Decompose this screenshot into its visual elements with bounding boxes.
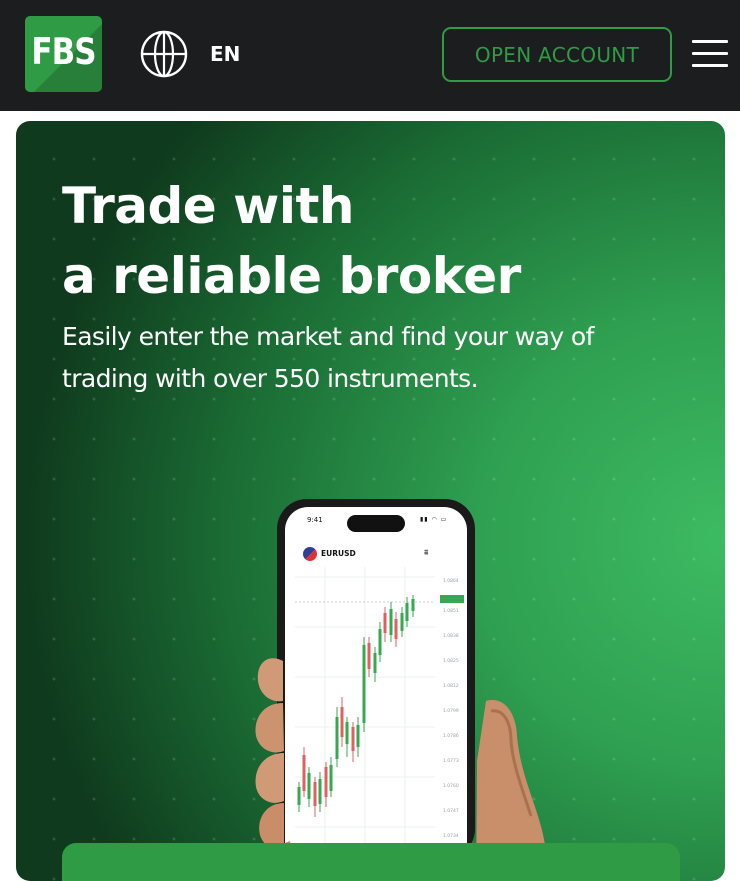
svg-text:1.0799: 1.0799 — [443, 708, 459, 714]
svg-text:1.0734: 1.0734 — [443, 833, 459, 839]
menu-bar — [692, 52, 728, 55]
hero-subtitle: Easily enter the market and find your wa… — [62, 316, 702, 400]
globe-icon[interactable] — [139, 29, 189, 79]
instrument-pair: EURUSD — [321, 549, 356, 558]
svg-text:1.0864: 1.0864 — [443, 578, 459, 584]
hero-title-line1: Trade with — [62, 177, 354, 235]
top-header: FBS EN OPEN ACCOUNT — [0, 0, 740, 111]
svg-text:1.0786: 1.0786 — [443, 733, 459, 739]
hero-subtitle-line2: trading with over 550 instruments. — [62, 364, 479, 393]
logo-text: FBS — [31, 30, 96, 74]
svg-text:1.0812: 1.0812 — [443, 683, 459, 689]
status-time: 9:41 — [307, 516, 323, 524]
cta-button-top[interactable] — [62, 843, 680, 881]
eurusd-flag-icon — [303, 547, 317, 561]
hero-subtitle-line1: Easily enter the market and find your wa… — [62, 322, 594, 351]
status-icons: ▮▮ ◠ ▭ — [420, 516, 448, 523]
svg-text:1.0773: 1.0773 — [443, 758, 459, 764]
svg-text:1.0825: 1.0825 — [443, 658, 459, 664]
svg-text:1.0760: 1.0760 — [443, 783, 459, 789]
svg-text:1.0747: 1.0747 — [443, 808, 459, 814]
svg-text:1.0838: 1.0838 — [443, 633, 459, 639]
fbs-logo[interactable]: FBS — [25, 16, 102, 92]
svg-text:1.0851: 1.0851 — [443, 608, 459, 614]
hero-title-line2: a reliable broker — [62, 247, 521, 305]
language-selector[interactable]: EN — [210, 42, 240, 66]
chart-type-icon[interactable]: ⩩ — [424, 548, 428, 558]
hamburger-menu-icon[interactable] — [692, 38, 728, 68]
open-account-button[interactable]: OPEN ACCOUNT — [442, 27, 672, 82]
dynamic-island — [347, 515, 405, 532]
menu-bar — [692, 40, 728, 43]
hero-title: Trade with a reliable broker — [62, 171, 682, 311]
menu-bar — [692, 64, 728, 67]
hero-banner: Trade with a reliable broker Easily ente… — [16, 121, 725, 881]
